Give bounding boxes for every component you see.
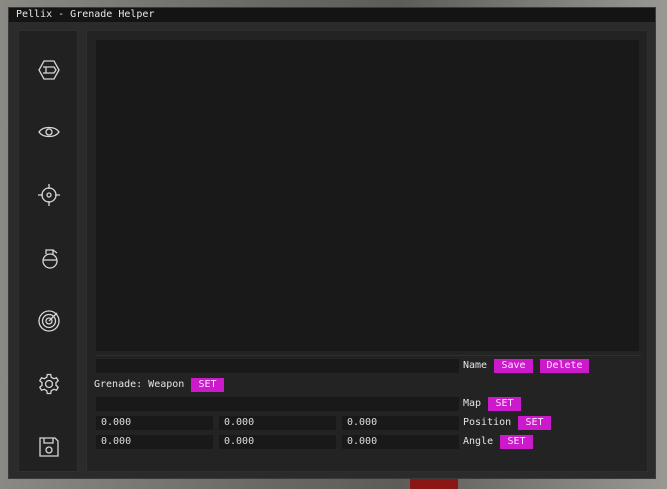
grenade-label: Grenade: Weapon — [94, 379, 185, 390]
floppy-disk-icon[interactable] — [36, 434, 62, 460]
angle-y-input[interactable] — [219, 435, 336, 449]
eye-icon[interactable] — [36, 119, 62, 145]
name-input[interactable] — [96, 359, 459, 373]
grenade-icon[interactable] — [36, 245, 62, 271]
grenade-helper-window: Pellix - Grenade Helper Name Save Delete… — [8, 7, 656, 479]
divider — [96, 355, 641, 356]
angle-label: Angle — [463, 436, 494, 447]
angle-set-button[interactable]: SET — [500, 435, 533, 449]
angle-z-input[interactable] — [342, 435, 459, 449]
position-set-button[interactable]: SET — [518, 416, 551, 430]
name-label: Name — [463, 360, 488, 371]
grenade-list[interactable] — [96, 40, 639, 351]
sidebar — [18, 30, 78, 472]
radar-icon[interactable] — [36, 308, 62, 334]
game-hud-fragment — [410, 478, 458, 489]
delete-button[interactable]: Delete — [540, 359, 589, 373]
window-title: Pellix - Grenade Helper — [9, 8, 655, 22]
grenade-set-button[interactable]: SET — [191, 378, 224, 392]
save-button[interactable]: Save — [494, 359, 533, 373]
weapon-hexagon-icon[interactable] — [36, 57, 62, 83]
gear-icon[interactable] — [36, 371, 62, 397]
position-label: Position — [463, 417, 512, 428]
angle-x-input[interactable] — [96, 435, 213, 449]
map-input[interactable] — [96, 397, 459, 411]
main-panel: Name Save Delete Grenade: Weapon SET Map… — [86, 30, 648, 472]
map-set-button[interactable]: SET — [488, 397, 521, 411]
crosshair-icon[interactable] — [36, 182, 62, 208]
position-x-input[interactable] — [96, 416, 213, 430]
position-y-input[interactable] — [219, 416, 336, 430]
position-z-input[interactable] — [342, 416, 459, 430]
map-label: Map — [463, 398, 482, 409]
